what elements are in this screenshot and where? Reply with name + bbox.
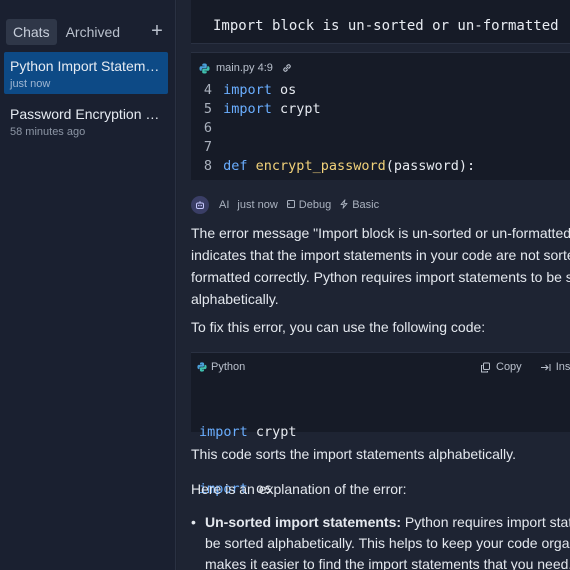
insert-arrow-icon [540, 363, 551, 371]
line-number: 6 [203, 120, 212, 136]
copy-label: Copy [496, 361, 522, 373]
code-line: 4 import os [191, 81, 570, 100]
chat-list-item[interactable]: Python Import Statemen... just now [4, 52, 168, 94]
insert-button[interactable]: Ins [540, 361, 570, 373]
sidebar: Chats Archived + Python Import Statemen.… [0, 0, 176, 570]
code-text: crypt [247, 424, 297, 440]
code-keyword: import [199, 424, 248, 440]
basic-mode-button[interactable]: Basic [339, 199, 379, 211]
message-paragraph: To fix this error, you can use the follo… [191, 319, 486, 335]
message-time: just now [237, 199, 278, 211]
file-reference[interactable]: main.py 4:9 [216, 62, 273, 74]
robot-icon [196, 201, 204, 209]
paragraph-line: alphabetically. [191, 291, 279, 307]
code-text: os [271, 82, 297, 98]
selected-text: Import block is un-sorted or un-formatte… [213, 18, 559, 34]
code-block: Python Copy Ins import crypt import os [191, 352, 570, 497]
line-number: 8 [203, 158, 212, 174]
code-line: 5 import crypt [191, 100, 570, 119]
list-item: Un-sorted import statements: Python requ… [191, 512, 570, 570]
selected-text-block: Import block is un-sorted or un-formatte… [191, 0, 570, 44]
copy-button[interactable]: Copy [480, 361, 522, 373]
language-label: Python [211, 361, 246, 373]
code-text: crypt [271, 101, 321, 117]
message-paragraph: Here is an explanation of the error: [191, 481, 407, 497]
paragraph-line: formatted correctly. Python requires imp… [191, 269, 570, 285]
code-keyword: import [223, 101, 272, 117]
chat-title: Password Encryption usi... [10, 106, 162, 122]
code-block-language: Python [197, 359, 245, 375]
line-number: 7 [203, 139, 212, 155]
python-icon [199, 62, 210, 74]
insert-label: Ins [555, 361, 570, 373]
chat-time: 58 minutes ago [10, 126, 86, 138]
code-function-name: encrypt_password [255, 158, 386, 174]
lightning-icon [340, 199, 348, 209]
paragraph-line: indicates that the import statements in … [191, 247, 570, 263]
message-paragraph: This code sorts the import statements al… [191, 446, 517, 462]
sidebar-tabs: Chats Archived [6, 19, 127, 45]
bullet-text: Python requires import statement [404, 514, 570, 530]
tab-archived[interactable]: Archived [59, 19, 127, 45]
link-icon[interactable] [281, 62, 293, 74]
code-text: (password): [385, 158, 476, 174]
chat-panel: Import block is un-sorted or un-formatte… [177, 0, 570, 570]
ai-avatar [191, 196, 209, 214]
code-keyword: def [223, 158, 248, 174]
plus-icon: + [151, 20, 163, 42]
paragraph-line: The error message "Import block is un-so… [191, 225, 570, 241]
code-line: import crypt [199, 423, 297, 442]
python-icon [197, 362, 207, 372]
code-block-actions: Copy Ins [480, 359, 570, 375]
debug-icon [286, 200, 295, 208]
code-context-header: main.py 4:9 [199, 59, 293, 77]
chat-list-item[interactable]: Password Encryption usi... 58 minutes ag… [4, 100, 168, 142]
code-line: 6 [191, 119, 570, 138]
message-author: AI [219, 199, 230, 211]
code-context-lines: 4 import os 5 import crypt 6 7 8 def enc… [191, 81, 570, 176]
bullet-text: be sorted alphabetically. This helps to … [205, 535, 570, 551]
debug-label: Debug [298, 199, 332, 211]
new-chat-button[interactable]: + [148, 19, 166, 45]
copy-icon [481, 362, 490, 372]
code-context-block: main.py 4:9 4 import os 5 import crypt 6… [191, 52, 570, 180]
line-number: 4 [203, 82, 212, 98]
message-paragraph: The error message "Import block is un-so… [191, 222, 570, 310]
line-number: 5 [203, 101, 212, 117]
bullet-text: makes it easier to find the import state… [205, 556, 570, 570]
bullet-heading: Un-sorted import statements: [205, 514, 402, 530]
debug-mode-button[interactable]: Debug [286, 199, 331, 211]
bullet-list: Un-sorted import statements: Python requ… [191, 512, 570, 570]
chat-title: Python Import Statemen... [10, 58, 162, 74]
message-header: AI just now Debug Basic [191, 195, 379, 215]
tab-chats[interactable]: Chats [6, 19, 57, 45]
code-keyword: import [223, 82, 272, 98]
code-line: 8 def encrypt_password (password): [191, 157, 570, 176]
chat-time: just now [10, 78, 51, 90]
code-line: 7 [191, 138, 570, 157]
basic-label: Basic [352, 199, 380, 211]
